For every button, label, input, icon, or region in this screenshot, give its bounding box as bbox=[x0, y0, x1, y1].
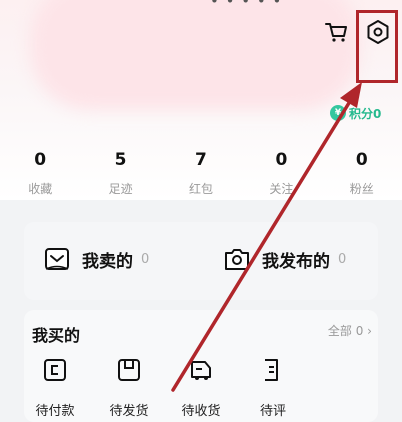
stat-followers[interactable]: 0 粉丝 bbox=[322, 150, 402, 197]
order-pending-payment[interactable]: 待付款 bbox=[20, 356, 90, 419]
stat-label: 足迹 bbox=[108, 182, 133, 196]
my-sold-label: 我卖的 bbox=[82, 251, 133, 272]
stat-label: 粉丝 bbox=[349, 182, 374, 196]
coin-icon: ¥ bbox=[330, 105, 346, 121]
stat-following[interactable]: 0 关注 bbox=[241, 150, 321, 197]
order-label: 待评 bbox=[259, 404, 286, 419]
camera-icon bbox=[225, 249, 249, 270]
stat-favorites[interactable]: 0 收藏 bbox=[0, 150, 80, 197]
my-published-entry[interactable]: 我发布的 0 bbox=[222, 244, 346, 274]
cart-icon[interactable] bbox=[322, 18, 350, 46]
stat-value: 0 bbox=[355, 150, 368, 170]
stat-value: 0 bbox=[34, 150, 47, 170]
stat-footprints[interactable]: 5 足迹 bbox=[80, 150, 160, 197]
order-pending-review[interactable]: 待评 bbox=[238, 356, 308, 419]
stats-row: 0 收藏 5 足迹 7 红包 0 关注 0 粉丝 bbox=[0, 150, 402, 197]
points-badge[interactable]: ¥ 积分0 bbox=[330, 104, 381, 122]
stat-label: 关注 bbox=[269, 182, 294, 196]
my-published-label: 我发布的 bbox=[262, 251, 330, 272]
settings-highlight-box bbox=[356, 10, 398, 83]
order-pending-shipment[interactable]: 待发货 bbox=[94, 356, 164, 419]
my-purchases-section: 我买的 全部 0 › 待付款 待发货 待收货 待评 bbox=[24, 310, 378, 422]
order-label: 待付款 bbox=[35, 404, 75, 419]
points-label: 积分0 bbox=[349, 106, 382, 121]
order-pending-receipt[interactable]: 待收货 bbox=[166, 356, 236, 419]
header-decoration bbox=[30, 0, 360, 110]
wallet-icon bbox=[44, 359, 66, 381]
stat-value: 0 bbox=[275, 150, 288, 170]
order-label: 待收货 bbox=[181, 404, 221, 419]
seller-card: 我卖的 0 我发布的 0 bbox=[24, 222, 378, 300]
stat-value: 5 bbox=[114, 150, 127, 170]
header-partial-text: • • • • • bbox=[210, 0, 283, 10]
truck-icon bbox=[191, 361, 211, 380]
stat-red-packets[interactable]: 7 红包 bbox=[161, 150, 241, 197]
order-label: 待发货 bbox=[109, 404, 149, 419]
my-sold-entry[interactable]: 我卖的 0 bbox=[42, 244, 149, 274]
stat-label: 收藏 bbox=[28, 182, 53, 196]
stat-value: 7 bbox=[195, 150, 207, 170]
section-title: 我买的 bbox=[32, 326, 81, 345]
package-icon bbox=[118, 359, 140, 381]
sold-box-icon bbox=[45, 248, 69, 270]
my-sold-count: 0 bbox=[141, 251, 150, 267]
my-published-count: 0 bbox=[338, 251, 347, 267]
all-orders-link[interactable]: 全部 0 › bbox=[328, 322, 372, 339]
review-icon bbox=[265, 359, 278, 381]
stat-label: 红包 bbox=[188, 182, 213, 196]
